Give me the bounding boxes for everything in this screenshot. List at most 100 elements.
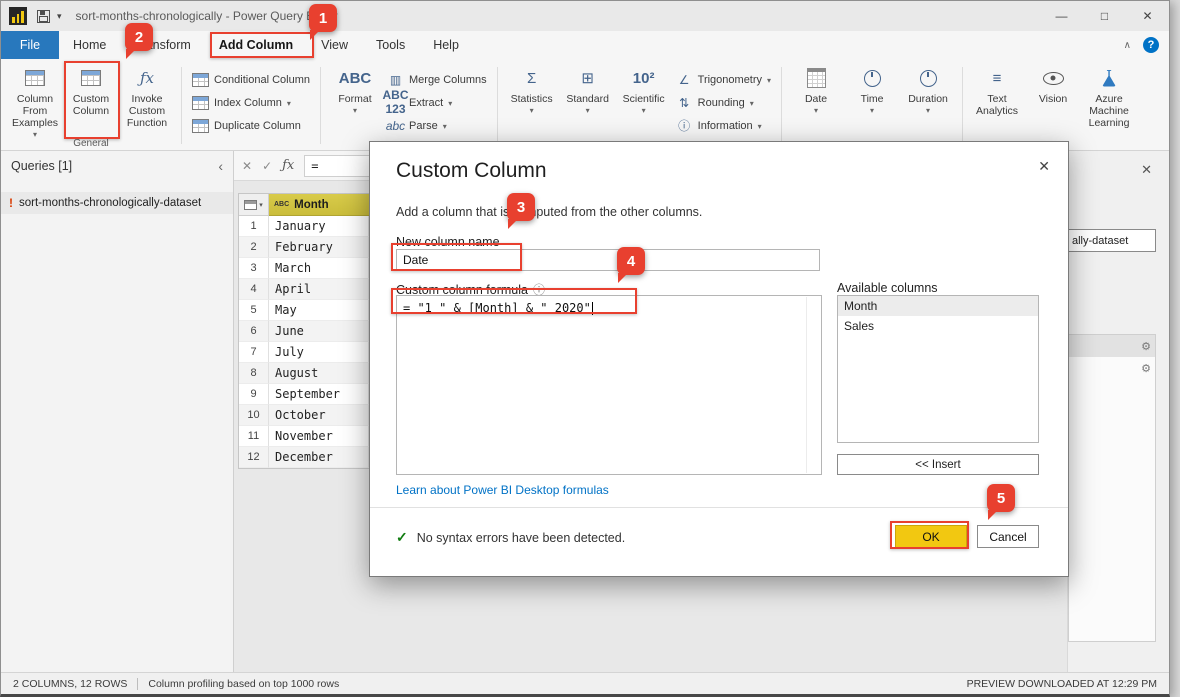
ribbon-button-scientific[interactable]: 10²Scientific▾ [616,63,672,115]
collapse-pane-icon[interactable]: ‹ [218,158,223,174]
status-profiling[interactable]: Column profiling based on top 1000 rows [148,678,339,690]
learn-formulas-link[interactable]: Learn about Power BI Desktop formulas [396,483,609,497]
menu-tab-view[interactable]: View [307,31,362,59]
formula-textarea[interactable]: = "1 " & [Month] & " 2020" [396,295,822,475]
collapse-ribbon-icon[interactable]: ∧ [1124,40,1131,51]
row-number[interactable]: 10 [239,405,269,426]
ribbon-button-statistics[interactable]: ΣStatistics▾ [504,63,560,115]
extract-icon: ABC 123 [387,96,404,110]
ribbon-button-parse[interactable]: abcParse▾ [383,115,491,136]
ribbon-button-custom-column[interactable]: Custom Column [63,63,119,117]
row-number[interactable]: 5 [239,300,269,321]
ribbon-button-index-column[interactable]: Index Column▾ [188,92,314,113]
ribbon-button-merge-columns[interactable]: ▥Merge Columns [383,69,491,90]
insert-button[interactable]: << Insert [837,454,1039,475]
available-column-sales[interactable]: Sales [838,316,1038,336]
ribbon-button-trigonometry[interactable]: ∠Trigonometry▾ [672,69,775,90]
ribbon-button-time[interactable]: Time▾ [844,63,900,115]
quick-access-caret-icon[interactable]: ▾ [57,11,62,22]
row-number[interactable]: 6 [239,321,269,342]
grid-corner-cell[interactable]: ▾ [239,194,269,216]
ok-button[interactable]: OK [895,525,967,548]
menu-tab-help[interactable]: Help [419,31,473,59]
query-list-item[interactable]: ! sort-months-chronologically-dataset [1,192,233,214]
title-bar: ▾ sort-months-chronologically - Power Qu… [1,1,1169,31]
ribbon-button-text-analytics[interactable]: ≡Text Analytics [969,63,1025,117]
cell-month[interactable]: March [269,258,369,279]
row-number[interactable]: 3 [239,258,269,279]
menu-tab-transform[interactable]: Transform [120,31,205,59]
ribbon-button-extract[interactable]: ABC 123Extract▾ [383,92,491,113]
cell-month[interactable]: July [269,342,369,363]
maximize-button[interactable]: □ [1083,1,1126,31]
invoke-custom-function-icon: ƒx [140,66,154,90]
minimize-button[interactable]: — [1040,1,1083,31]
ribbon-button-format[interactable]: ABCFormat▾ [327,63,383,115]
cell-month[interactable]: November [269,426,369,447]
format-icon: ABC [339,66,372,90]
help-icon[interactable]: ? [1143,37,1159,53]
menu-tab-add-column[interactable]: Add Column [205,31,307,59]
row-number[interactable]: 11 [239,426,269,447]
fx-icon: ƒx [282,158,294,173]
formula-cancel-icon[interactable]: ✕ [242,159,252,173]
gear-icon[interactable]: ⚙ [1141,362,1151,375]
applied-step-row[interactable]: ⚙ [1069,357,1155,379]
ribbon-button-date[interactable]: Date▾ [788,63,844,115]
row-number[interactable]: 8 [239,363,269,384]
cell-month[interactable]: January [269,216,369,237]
available-column-month[interactable]: Month [838,296,1038,316]
new-column-name-input[interactable] [396,249,820,271]
cancel-button[interactable]: Cancel [977,525,1039,548]
cell-month[interactable]: April [269,279,369,300]
ribbon-button-information[interactable]: ⓘInformation▾ [672,115,775,136]
ribbon-button-column-from-examples[interactable]: Column From Examples▾ [7,63,63,139]
query-name: sort-months-chronologically-dataset [19,197,201,209]
ribbon-button-duplicate-column[interactable]: Duplicate Column [188,115,314,136]
powerbi-logo-icon [9,7,27,25]
formula-check-icon[interactable]: ✓ [262,159,272,173]
ribbon-groups: Column From Examples▾Custom ColumnƒxInvo… [3,61,1141,150]
menu-bar: FileHomeTransformAdd ColumnViewToolsHelp… [1,31,1169,59]
status-bar: 2 COLUMNS, 12 ROWS Column profiling base… [1,672,1169,694]
cell-month[interactable]: June [269,321,369,342]
cell-month[interactable]: October [269,405,369,426]
ribbon-button-azure-machine-learning[interactable]: Azure Machine Learning [1081,63,1137,129]
cell-month[interactable]: September [269,384,369,405]
ribbon-button-conditional-column[interactable]: Conditional Column [188,69,314,90]
row-number[interactable]: 4 [239,279,269,300]
row-number[interactable]: 9 [239,384,269,405]
menu-tab-home[interactable]: Home [59,31,120,59]
applied-step-row[interactable]: ⚙ [1069,335,1155,357]
row-number[interactable]: 7 [239,342,269,363]
ribbon-button-vision[interactable]: Vision [1025,63,1081,105]
ribbon-button-rounding[interactable]: ⇅Rounding▾ [672,92,775,113]
cell-month[interactable]: December [269,447,369,468]
chevron-down-icon: ▾ [870,106,874,115]
ribbon-button-standard[interactable]: ⊞Standard▾ [560,63,616,115]
ribbon-button-duration[interactable]: Duration▾ [900,63,956,115]
row-number[interactable]: 1 [239,216,269,237]
query-name-input[interactable]: ally-dataset [1068,229,1156,252]
dialog-close-icon[interactable]: ✕ [1038,158,1050,175]
close-pane-icon[interactable]: ✕ [1141,162,1152,178]
column-header-month[interactable]: ABC Month [269,194,369,216]
menu-tab-tools[interactable]: Tools [362,31,419,59]
dialog-subtitle: Add a column that is computed from the o… [396,205,702,219]
row-number[interactable]: 12 [239,447,269,468]
chevron-down-icon: ▾ [750,99,754,108]
ribbon-button-invoke-custom-function[interactable]: ƒxInvoke Custom Function [119,63,175,129]
rounding-icon: ⇅ [676,96,693,110]
gear-icon[interactable]: ⚙ [1141,340,1151,353]
available-columns-list[interactable]: MonthSales [837,295,1039,443]
row-number[interactable]: 2 [239,237,269,258]
menu-tab-file[interactable]: File [1,31,59,59]
close-button[interactable]: ✕ [1126,1,1169,31]
save-icon[interactable] [37,10,50,23]
cell-month[interactable]: February [269,237,369,258]
ribbon-group: Column From Examples▾Custom ColumnƒxInvo… [3,61,179,150]
cell-month[interactable]: May [269,300,369,321]
cell-month[interactable]: August [269,363,369,384]
text-type-icon: ABC [274,201,289,208]
menu-tabs: FileHomeTransformAdd ColumnViewToolsHelp [1,31,473,59]
